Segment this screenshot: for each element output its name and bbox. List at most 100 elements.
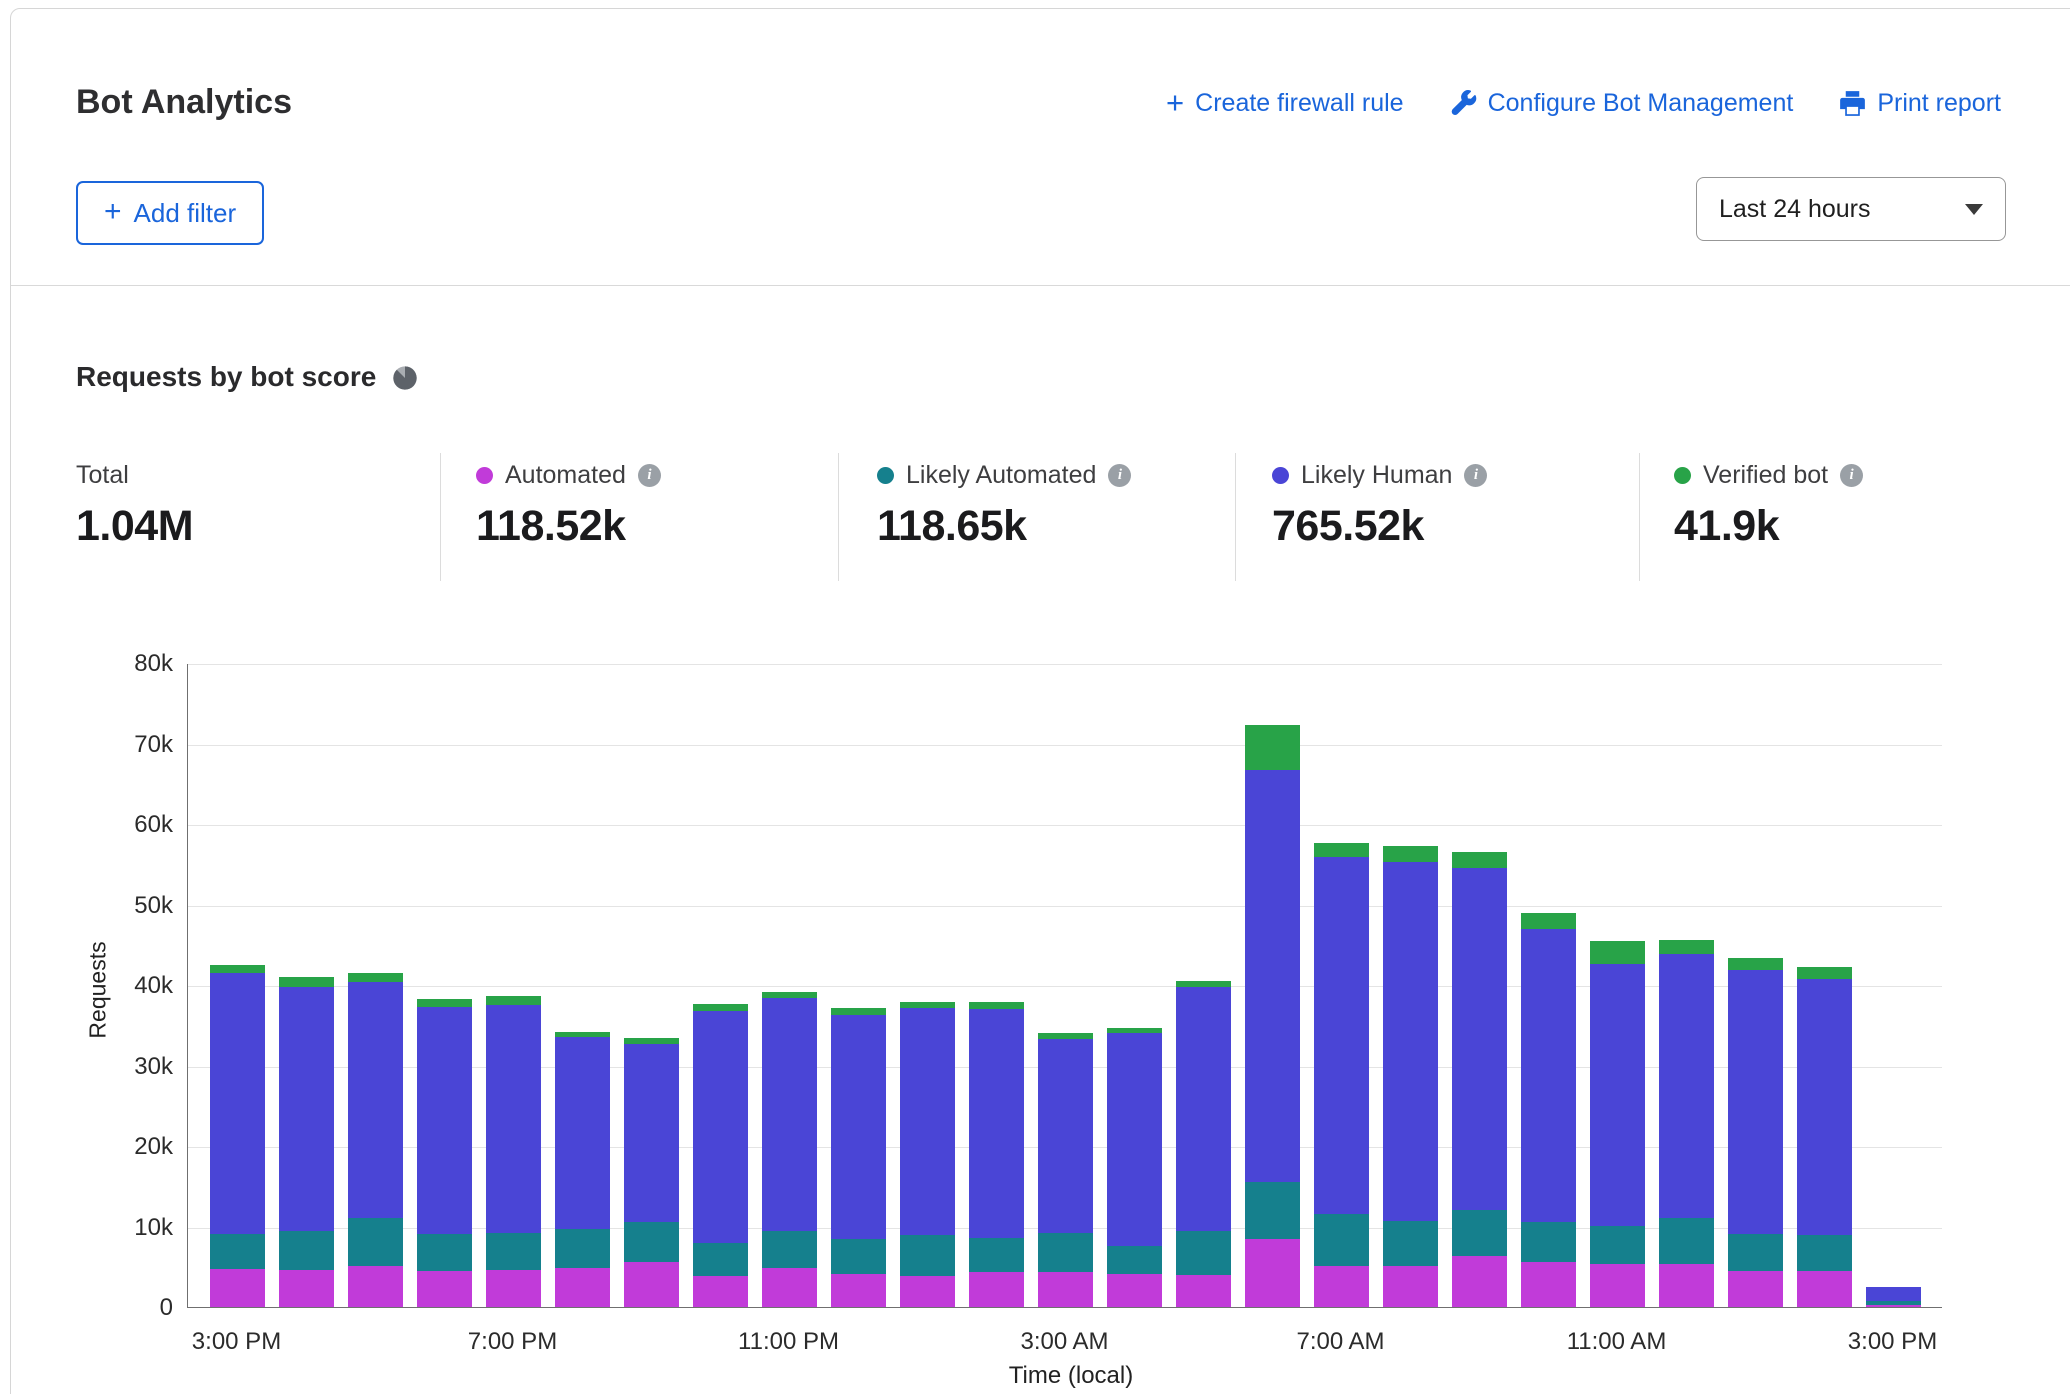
- time-range-select[interactable]: Last 24 hours: [1696, 177, 2006, 241]
- bar-segment: [1590, 1226, 1645, 1265]
- bar-2[interactable]: [348, 664, 403, 1307]
- bar-19[interactable]: [1521, 664, 1576, 1307]
- bar-21[interactable]: [1659, 664, 1714, 1307]
- stat-likely-automated: Likely Automated i 118.65k: [877, 461, 1131, 551]
- stat-divider: [838, 453, 839, 581]
- bar-segment: [831, 1015, 886, 1240]
- bar-segment: [555, 1032, 610, 1038]
- bar-16[interactable]: [1314, 664, 1369, 1307]
- bar-8[interactable]: [762, 664, 817, 1307]
- bar-segment: [279, 977, 334, 987]
- bar-4[interactable]: [486, 664, 541, 1307]
- bar-segment: [831, 1008, 886, 1014]
- bar-7[interactable]: [693, 664, 748, 1307]
- bar-10[interactable]: [900, 664, 955, 1307]
- bar-segment: [693, 1004, 748, 1010]
- bar-segment: [1452, 868, 1507, 1210]
- stat-automated-value: 118.52k: [476, 502, 661, 551]
- bar-segment: [417, 1271, 472, 1307]
- stat-divider: [1639, 453, 1640, 581]
- x-tick-label: 11:00 PM: [738, 1328, 839, 1356]
- info-icon[interactable]: i: [1108, 464, 1131, 487]
- x-tick-label: 11:00 AM: [1567, 1328, 1667, 1356]
- bar-segment: [1797, 967, 1852, 979]
- x-tick-label: 3:00 AM: [1020, 1328, 1108, 1356]
- y-tick-label: 20k: [11, 1133, 173, 1161]
- bar-17[interactable]: [1383, 664, 1438, 1307]
- bar-segment: [486, 1233, 541, 1270]
- bar-segment: [831, 1239, 886, 1274]
- y-axis-title: Requests: [85, 941, 112, 1038]
- bar-18[interactable]: [1452, 664, 1507, 1307]
- bar-12[interactable]: [1038, 664, 1093, 1307]
- bar-segment: [624, 1222, 679, 1262]
- stat-verified-bot-value: 41.9k: [1674, 502, 1863, 551]
- print-report-link[interactable]: Print report: [1839, 89, 2001, 118]
- bar-segment: [969, 1002, 1024, 1009]
- bar-segment: [486, 1005, 541, 1233]
- bar-segment: [555, 1268, 610, 1307]
- bar-segment: [1314, 1214, 1369, 1266]
- info-icon[interactable]: i: [638, 464, 661, 487]
- stat-total: Total 1.04M: [76, 461, 193, 551]
- stat-likely-human-value: 765.52k: [1272, 502, 1487, 551]
- bar-segment: [1659, 940, 1714, 954]
- stat-verified-bot-label: Verified bot: [1703, 461, 1828, 490]
- bar-24[interactable]: [1866, 664, 1921, 1307]
- bar-5[interactable]: [555, 664, 610, 1307]
- bar-segment: [1521, 1262, 1576, 1307]
- bar-segment: [624, 1044, 679, 1222]
- bar-segment: [1176, 987, 1231, 1232]
- bar-segment: [1176, 1275, 1231, 1307]
- bar-segment: [1866, 1305, 1921, 1307]
- bar-22[interactable]: [1728, 664, 1783, 1307]
- bar-segment: [279, 1270, 334, 1307]
- configure-bot-management-label: Configure Bot Management: [1488, 89, 1794, 118]
- stat-likely-human-label: Likely Human: [1301, 461, 1452, 490]
- bar-segment: [624, 1262, 679, 1307]
- bar-segment: [900, 1235, 955, 1276]
- pie-chart-icon: [391, 362, 419, 392]
- configure-bot-management-link[interactable]: Configure Bot Management: [1450, 89, 1794, 118]
- bar-segment: [1038, 1039, 1093, 1233]
- stat-verified-bot: Verified bot i 41.9k: [1674, 461, 1863, 551]
- info-icon[interactable]: i: [1840, 464, 1863, 487]
- bar-20[interactable]: [1590, 664, 1645, 1307]
- bar-segment: [1728, 1234, 1783, 1271]
- create-firewall-rule-label: Create firewall rule: [1195, 89, 1403, 118]
- bar-9[interactable]: [831, 664, 886, 1307]
- info-icon[interactable]: i: [1464, 464, 1487, 487]
- bar-15[interactable]: [1245, 664, 1300, 1307]
- bar-0[interactable]: [210, 664, 265, 1307]
- bar-6[interactable]: [624, 664, 679, 1307]
- bar-13[interactable]: [1107, 664, 1162, 1307]
- bar-segment: [624, 1038, 679, 1044]
- bar-11[interactable]: [969, 664, 1024, 1307]
- bar-segment: [555, 1229, 610, 1268]
- bar-segment: [1797, 1271, 1852, 1307]
- bar-segment: [831, 1274, 886, 1307]
- time-range-value: Last 24 hours: [1719, 195, 1871, 224]
- bar-segment: [348, 973, 403, 982]
- bar-segment: [1590, 941, 1645, 964]
- stat-likely-automated-value: 118.65k: [877, 502, 1131, 551]
- add-filter-button[interactable]: + Add filter: [76, 181, 264, 245]
- header-divider: [11, 285, 2070, 286]
- y-tick-label: 10k: [11, 1214, 173, 1242]
- bar-segment: [1728, 1271, 1783, 1307]
- bar-segment: [210, 965, 265, 973]
- bar-segment: [279, 1231, 334, 1270]
- bar-3[interactable]: [417, 664, 472, 1307]
- x-axis-title: Time (local): [1009, 1362, 1133, 1390]
- bar-segment: [1107, 1028, 1162, 1033]
- bar-segment: [762, 992, 817, 998]
- bar-segment: [210, 973, 265, 1234]
- bar-23[interactable]: [1797, 664, 1852, 1307]
- bar-14[interactable]: [1176, 664, 1231, 1307]
- stat-total-label: Total: [76, 461, 129, 490]
- bar-1[interactable]: [279, 664, 334, 1307]
- y-tick-label: 40k: [11, 972, 173, 1000]
- plus-icon: +: [104, 197, 122, 227]
- bar-segment: [1797, 979, 1852, 1236]
- create-firewall-rule-link[interactable]: + Create firewall rule: [1166, 89, 1404, 118]
